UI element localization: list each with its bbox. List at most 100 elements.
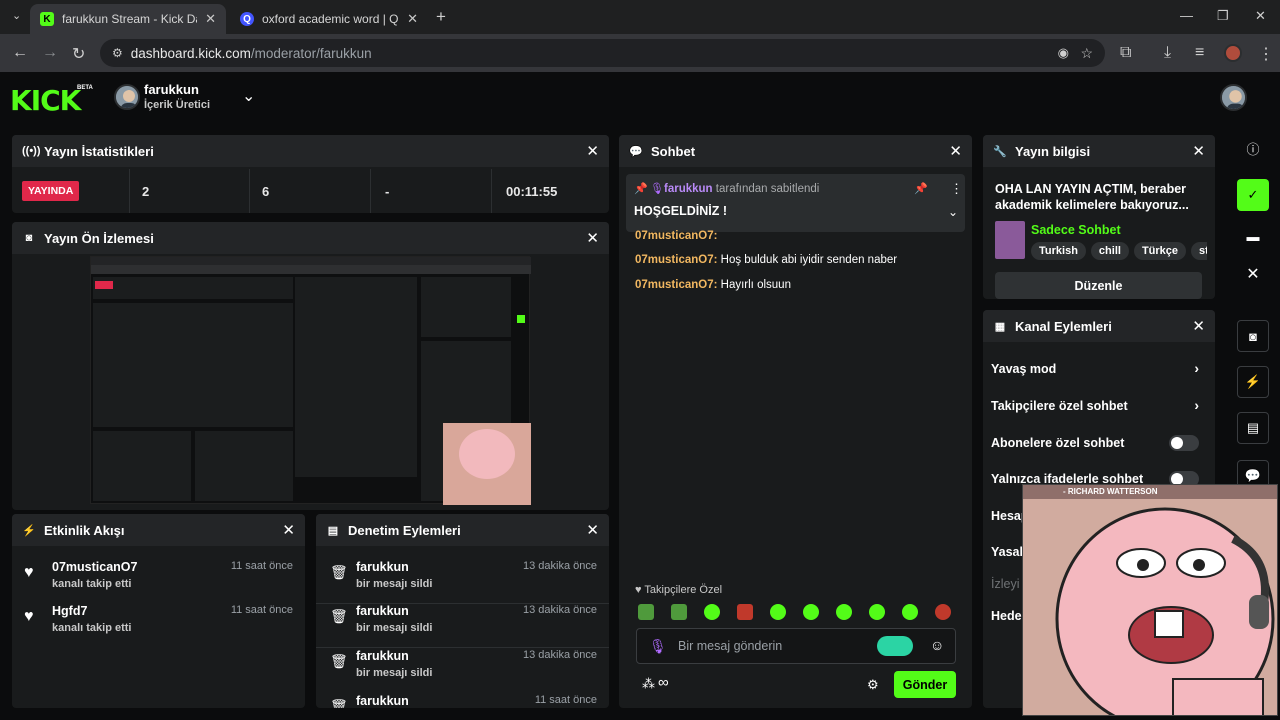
address-bar[interactable]: ⚙ dashboard.kick.com /moderator/farukkun… [100,39,1105,67]
profile-avatar-icon[interactable] [1224,44,1242,62]
stat-empty: - [371,169,492,213]
pip-video-overlay[interactable]: - RICHARD WATTERSON [1022,484,1278,716]
header-avatar[interactable] [1220,84,1247,111]
category-name[interactable]: Sadece Sohbet [1031,223,1121,237]
mic-icon[interactable]: 🎙 [649,638,667,655]
emote-kick-icon[interactable] [869,604,885,620]
tab-list-chevron-icon[interactable]: ⌄ [12,9,21,22]
close-icon[interactable]: ✕ [1192,317,1205,335]
panel-title: Denetim Eylemleri [348,522,461,538]
tab-close-icon[interactable]: ✕ [205,11,216,27]
pinned-suffix: tarafından sabitlendi [715,183,820,195]
unpin-icon[interactable]: 📌 [914,182,928,195]
mod-username[interactable]: farukkun [356,604,409,618]
list-item: 🗑 farukkun bir mesajı sildi 13 dakika ön… [316,604,609,648]
tab-title: farukkun Stream - Kick Dashbo [62,12,197,26]
feed-action: kanalı takip etti [52,622,132,634]
lightning-widget-icon[interactable]: ⚡ [1237,366,1269,398]
reload-icon[interactable]: ↻ [72,44,85,64]
document-widget-icon[interactable]: ▤ [1237,412,1269,444]
feed-time: 11 saat önce [230,604,293,616]
emote-face-icon[interactable] [935,604,951,620]
menu-dots-icon[interactable]: ⋮ [1258,44,1274,64]
chat-username[interactable]: 07musticanO7: [635,279,717,291]
tab-kick-dashboard[interactable]: K farukkun Stream - Kick Dashbo ✕ [30,4,226,34]
grammarly-icon[interactable] [877,636,913,656]
close-icon[interactable]: ✕ [586,229,599,247]
preview-video[interactable] [90,256,531,505]
emote-angry-icon[interactable] [737,604,753,620]
bookmark-star-icon[interactable]: ☆ [1080,45,1093,62]
tab-quizlet[interactable]: Q oxford academic word | Quizlet ✕ [230,4,428,34]
download-icon[interactable]: ⤓ [1164,44,1171,62]
trash-icon: 🗑 [330,608,348,624]
subscribers-only-toggle[interactable] [1169,435,1199,451]
emoji-icon[interactable]: ☺ [930,637,944,653]
close-icon[interactable]: ✕ [949,142,962,160]
feed-username[interactable]: Hgfd7 [52,604,87,618]
tag[interactable]: stud [1191,242,1207,260]
layout-icon[interactable]: ▬ [1237,220,1269,252]
eye-off-icon[interactable]: ◉ [1058,45,1069,61]
mod-username[interactable]: farukkun [356,694,409,708]
feed-time: 11 saat önce [230,560,293,572]
tag[interactable]: Turkish [1031,242,1086,260]
new-tab-plus-icon[interactable]: + [436,7,446,27]
site-info-icon[interactable]: ⚙ [112,46,123,60]
chat-users-icon[interactable]: ⁂ [642,676,655,692]
followers-only-row[interactable]: Takipçilere özel sohbet › [991,397,1207,413]
kick-header: KICK BETA farukkun İçerik Üretici ⌄ [0,72,1280,124]
info-icon[interactable]: ⓘ [1237,132,1269,164]
emote-pepe-icon[interactable] [638,604,654,620]
mod-username[interactable]: farukkun [356,649,409,663]
close-icon[interactable]: ✕ [586,521,599,539]
emote-kick-icon[interactable] [704,604,720,620]
chat-message: 07musticanO7: Hayırlı olsuun [635,279,791,291]
more-options-icon[interactable]: ⋮ [950,181,963,197]
minimize-icon[interactable]: — [1180,8,1193,23]
send-button[interactable]: Gönder [894,671,956,698]
user-avatar[interactable] [114,84,140,110]
mod-username[interactable]: farukkun [356,560,409,574]
account-chevron-down-icon[interactable]: ⌄ [242,86,255,106]
close-rail-icon[interactable]: ✕ [1237,258,1269,290]
infinity-icon[interactable]: ∞ [658,674,669,691]
panel-title: Sohbet [651,143,696,159]
category-thumbnail[interactable] [995,221,1025,259]
forward-arrow-icon[interactable]: → [42,44,58,62]
panel-header: ◙ Yayın Ön İzlemesi ✕ [12,222,609,254]
chat-username[interactable]: 07musticanO7: [635,254,717,266]
kick-logo[interactable]: KICK [10,84,81,117]
close-icon[interactable]: ✕ [1192,142,1205,160]
close-icon[interactable]: ✕ [282,521,295,539]
emote-pepe-icon[interactable] [671,604,687,620]
camera-widget-icon[interactable]: ◙ [1237,320,1269,352]
restore-icon[interactable]: ❐ [1217,8,1229,24]
checkmark-icon[interactable]: ✓ [1237,179,1269,211]
chat-input-placeholder[interactable]: Bir mesaj gönderin [678,639,782,653]
mod-action: bir mesajı sildi [356,667,433,679]
list-item: 🗑 farukkun bir mesajı sildi 13 dakika ön… [316,560,609,604]
emote-kick-icon[interactable] [803,604,819,620]
chat-username[interactable]: 07musticanO7: [635,230,717,242]
window-close-icon[interactable]: ✕ [1255,8,1266,24]
emote-kick-icon[interactable] [770,604,786,620]
tag[interactable]: Türkçe [1133,242,1187,260]
back-arrow-icon[interactable]: ← [12,44,28,62]
extensions-icon[interactable]: ⧉ [1120,44,1131,62]
media-control-icon[interactable]: ≡ [1195,44,1204,62]
tab-close-icon[interactable]: ✕ [407,11,418,27]
channel-icon: ▦ [994,320,1006,333]
uptime: 00:11:55 [506,183,558,199]
close-icon[interactable]: ✕ [586,142,599,160]
chat-input-box[interactable]: 🎙 Bir mesaj gönderin ☺ [636,628,956,664]
emote-kick-icon[interactable] [902,604,918,620]
expand-chevron-down-icon[interactable]: ⌄ [948,205,958,219]
live-status: YAYINDA [12,169,130,213]
edit-button[interactable]: Düzenle [995,272,1202,299]
settings-gear-icon[interactable]: ⚙ [867,677,879,693]
feed-username[interactable]: 07musticanO7 [52,560,137,574]
slow-mode-row[interactable]: Yavaş mod › [991,360,1207,376]
tag[interactable]: chill [1090,242,1129,260]
emote-kick-icon[interactable] [836,604,852,620]
